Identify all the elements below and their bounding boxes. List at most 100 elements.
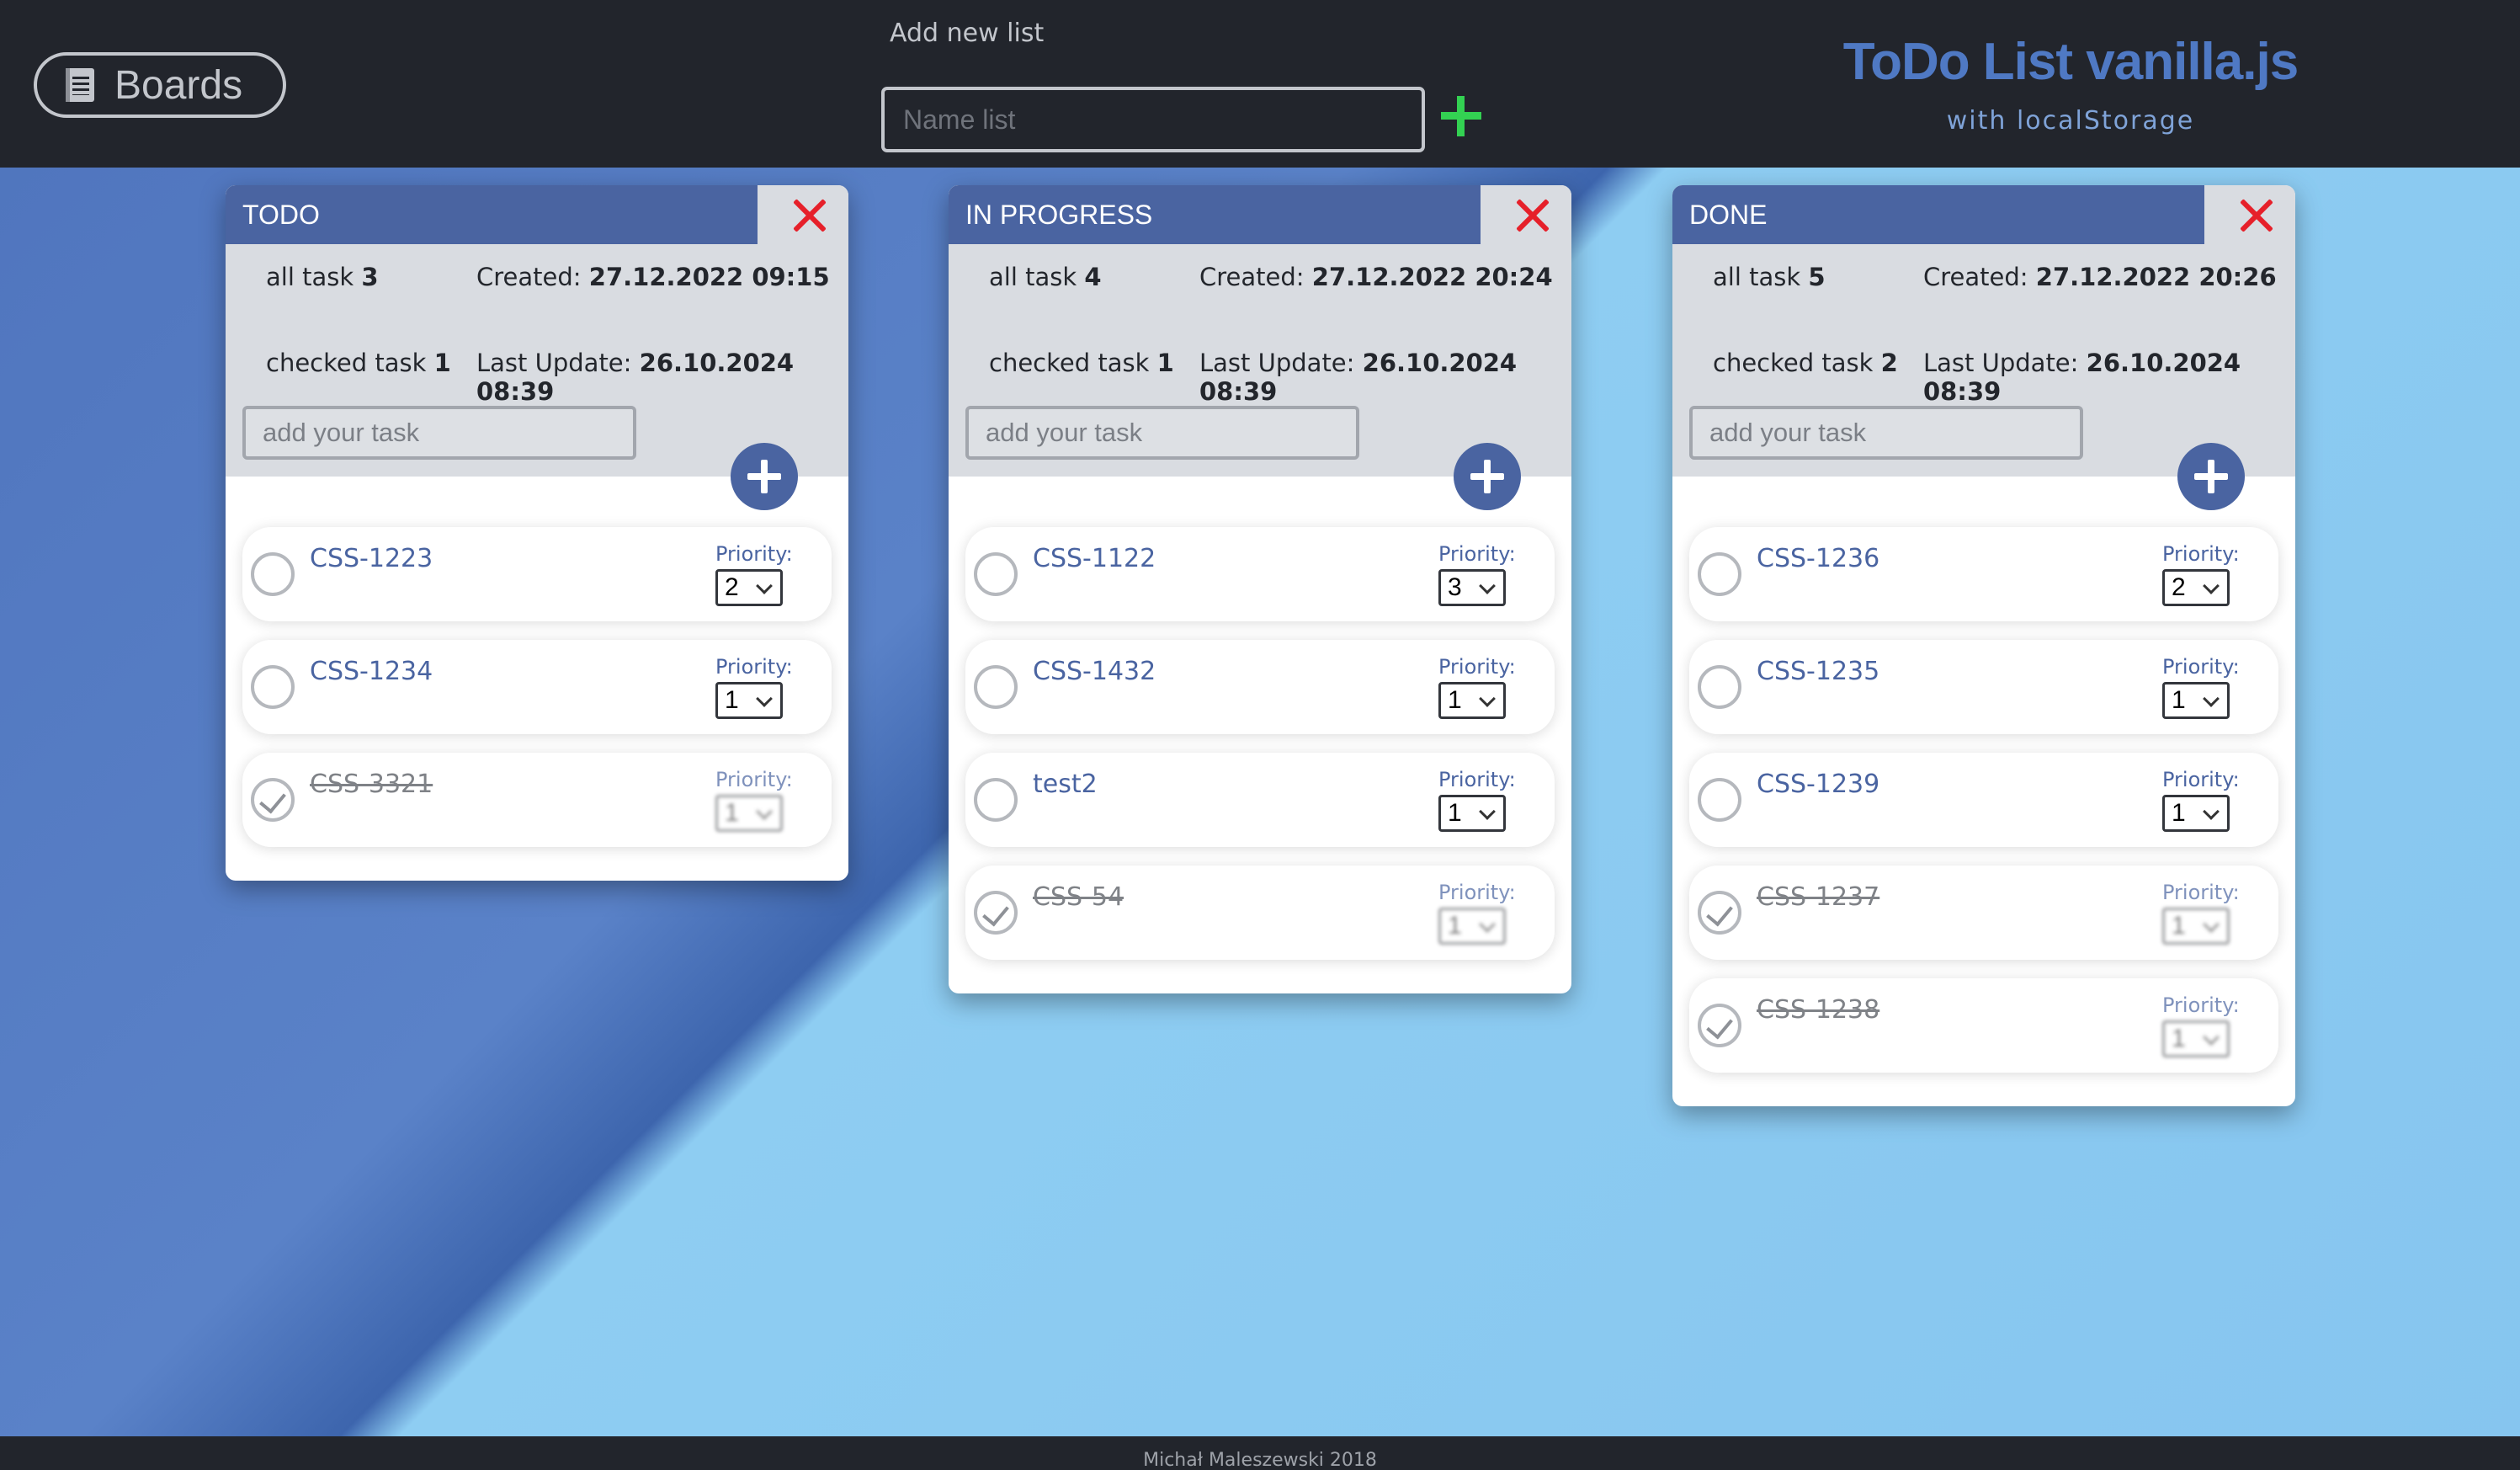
boards-button[interactable]: Boards <box>34 52 286 118</box>
list-header: TODO all task 3 Created: 27.12.2022 09:15 c… <box>226 185 848 510</box>
priority-label: Priority: <box>1438 655 1516 679</box>
checked-task-label: checked task <box>1713 349 1874 377</box>
task-name[interactable]: CSS-1122 <box>1033 544 1156 573</box>
priority-value: 2 <box>2172 573 2186 601</box>
task-item: CSS-1432 Priority: 1 <box>965 640 1555 734</box>
add-list-plus-icon[interactable] <box>1438 93 1485 140</box>
task-checkbox[interactable] <box>974 665 1018 709</box>
task-name[interactable]: CSS-3321 <box>310 770 433 799</box>
checked-task-value: 1 <box>1156 349 1174 377</box>
priority-label: Priority: <box>1438 881 1516 904</box>
created-date: Created: 27.12.2022 20:26 <box>1923 263 2277 291</box>
priority-label: Priority: <box>2162 655 2240 679</box>
list-column: DONE all task 5 Created: 27.12.2022 20:26 c… <box>1672 185 2295 1106</box>
task-name[interactable]: test2 <box>1033 770 1098 799</box>
task-item: CSS-54 Priority: 1 <box>965 865 1555 960</box>
priority-value: 2 <box>725 573 739 601</box>
last-update-date: Last Update: 26.10.2024 08:39 <box>1923 349 2295 406</box>
checked-task-label: checked task <box>266 349 427 377</box>
all-task-value: 3 <box>361 263 379 291</box>
delete-list-close-icon[interactable] <box>1514 197 1551 234</box>
new-list-name-input[interactable] <box>881 87 1425 152</box>
priority-label: Priority: <box>1438 542 1516 566</box>
priority-label: Priority: <box>715 768 793 791</box>
all-task-value: 4 <box>1084 263 1102 291</box>
task-name[interactable]: CSS-1239 <box>1757 770 1879 799</box>
priority-select[interactable]: 2 <box>715 569 783 606</box>
priority-select[interactable]: 1 <box>2162 795 2230 832</box>
priority-select[interactable]: 3 <box>1438 569 1506 606</box>
priority-value: 1 <box>725 686 739 714</box>
new-list-label: Add new list <box>890 19 1045 48</box>
created-label: Created: <box>1199 263 1305 291</box>
checked-circle-icon[interactable] <box>974 891 1018 935</box>
priority-select[interactable]: 1 <box>1438 795 1506 832</box>
task-name[interactable]: CSS-54 <box>1033 882 1124 912</box>
task-checkbox[interactable] <box>1698 552 1741 596</box>
task-name[interactable]: CSS-1238 <box>1757 995 1879 1025</box>
all-task-count: all task 4 <box>989 263 1102 291</box>
task-name[interactable]: CSS-1235 <box>1757 657 1879 686</box>
task-checkbox[interactable] <box>1698 778 1741 822</box>
last-update-label: Last Update: <box>1199 349 1355 377</box>
last-update-label: Last Update: <box>1923 349 2079 377</box>
checked-task-count: checked task 2 <box>1713 349 1898 377</box>
app-subtitle: with localStorage <box>1946 106 2195 136</box>
checked-task-value: 2 <box>1880 349 1898 377</box>
task-name[interactable]: CSS-1234 <box>310 657 433 686</box>
footer: Michał Maleszewski 2018 <box>0 1436 2520 1470</box>
all-task-count: all task 5 <box>1713 263 1826 291</box>
app-title: ToDo List vanilla.js <box>1842 33 2299 91</box>
priority-select[interactable]: 1 <box>715 682 783 719</box>
task-name[interactable]: CSS-1236 <box>1757 544 1879 573</box>
task-item: CSS-1234 Priority: 1 <box>242 640 832 734</box>
task-checkbox[interactable] <box>974 778 1018 822</box>
task-checkbox[interactable] <box>1698 665 1741 709</box>
priority-select[interactable]: 1 <box>2162 682 2230 719</box>
priority-value: 3 <box>1448 573 1462 601</box>
last-update-date: Last Update: 26.10.2024 08:39 <box>476 349 848 406</box>
priority-select[interactable]: 2 <box>2162 569 2230 606</box>
task-name[interactable]: CSS-1223 <box>310 544 433 573</box>
add-task-input[interactable] <box>1689 406 2083 460</box>
delete-list-close-icon[interactable] <box>2238 197 2275 234</box>
task-name[interactable]: CSS-1237 <box>1757 882 1879 912</box>
task-list: CSS-1223 Priority: 2 CSS-1234 Priority: 1 CSS-… <box>226 477 848 881</box>
footer-credit: Michał Maleszewski 2018 <box>1143 1450 1377 1470</box>
add-task-plus-icon[interactable] <box>2177 443 2245 510</box>
task-item: CSS-1237 Priority: 1 <box>1689 865 2278 960</box>
add-task-input[interactable] <box>242 406 636 460</box>
priority-value: 1 <box>1448 686 1462 714</box>
task-name[interactable]: CSS-1432 <box>1033 657 1156 686</box>
created-value: 27.12.2022 20:24 <box>1311 263 1553 291</box>
priority-select[interactable]: 1 <box>1438 682 1506 719</box>
priority-select[interactable]: 1 <box>2162 1020 2230 1057</box>
add-task-plus-icon[interactable] <box>1454 443 1521 510</box>
add-task-input[interactable] <box>965 406 1359 460</box>
priority-label: Priority: <box>2162 768 2240 791</box>
checked-circle-icon[interactable] <box>1698 891 1741 935</box>
task-item: CSS-1122 Priority: 3 <box>965 527 1555 621</box>
delete-list-close-icon[interactable] <box>791 197 828 234</box>
priority-select[interactable]: 1 <box>2162 908 2230 945</box>
all-task-label: all task <box>989 263 1077 291</box>
task-checkbox[interactable] <box>974 552 1018 596</box>
checked-circle-icon[interactable] <box>251 778 295 822</box>
checked-circle-icon[interactable] <box>1698 1004 1741 1047</box>
all-task-label: all task <box>266 263 354 291</box>
document-list-icon <box>66 68 94 102</box>
task-item: CSS-1239 Priority: 1 <box>1689 753 2278 847</box>
priority-value: 1 <box>2172 799 2186 827</box>
created-date: Created: 27.12.2022 09:15 <box>476 263 830 291</box>
add-task-plus-icon[interactable] <box>731 443 798 510</box>
priority-select[interactable]: 1 <box>715 795 783 832</box>
created-label: Created: <box>1923 263 2028 291</box>
task-list: CSS-1122 Priority: 3 CSS-1432 Priority: 1 test… <box>949 477 1571 993</box>
priority-value: 1 <box>1448 799 1462 827</box>
task-checkbox[interactable] <box>251 665 295 709</box>
task-checkbox[interactable] <box>251 552 295 596</box>
checked-task-count: checked task 1 <box>266 349 451 377</box>
task-item: CSS-1236 Priority: 2 <box>1689 527 2278 621</box>
list-column: TODO all task 3 Created: 27.12.2022 09:15 c… <box>226 185 848 881</box>
priority-select[interactable]: 1 <box>1438 908 1506 945</box>
